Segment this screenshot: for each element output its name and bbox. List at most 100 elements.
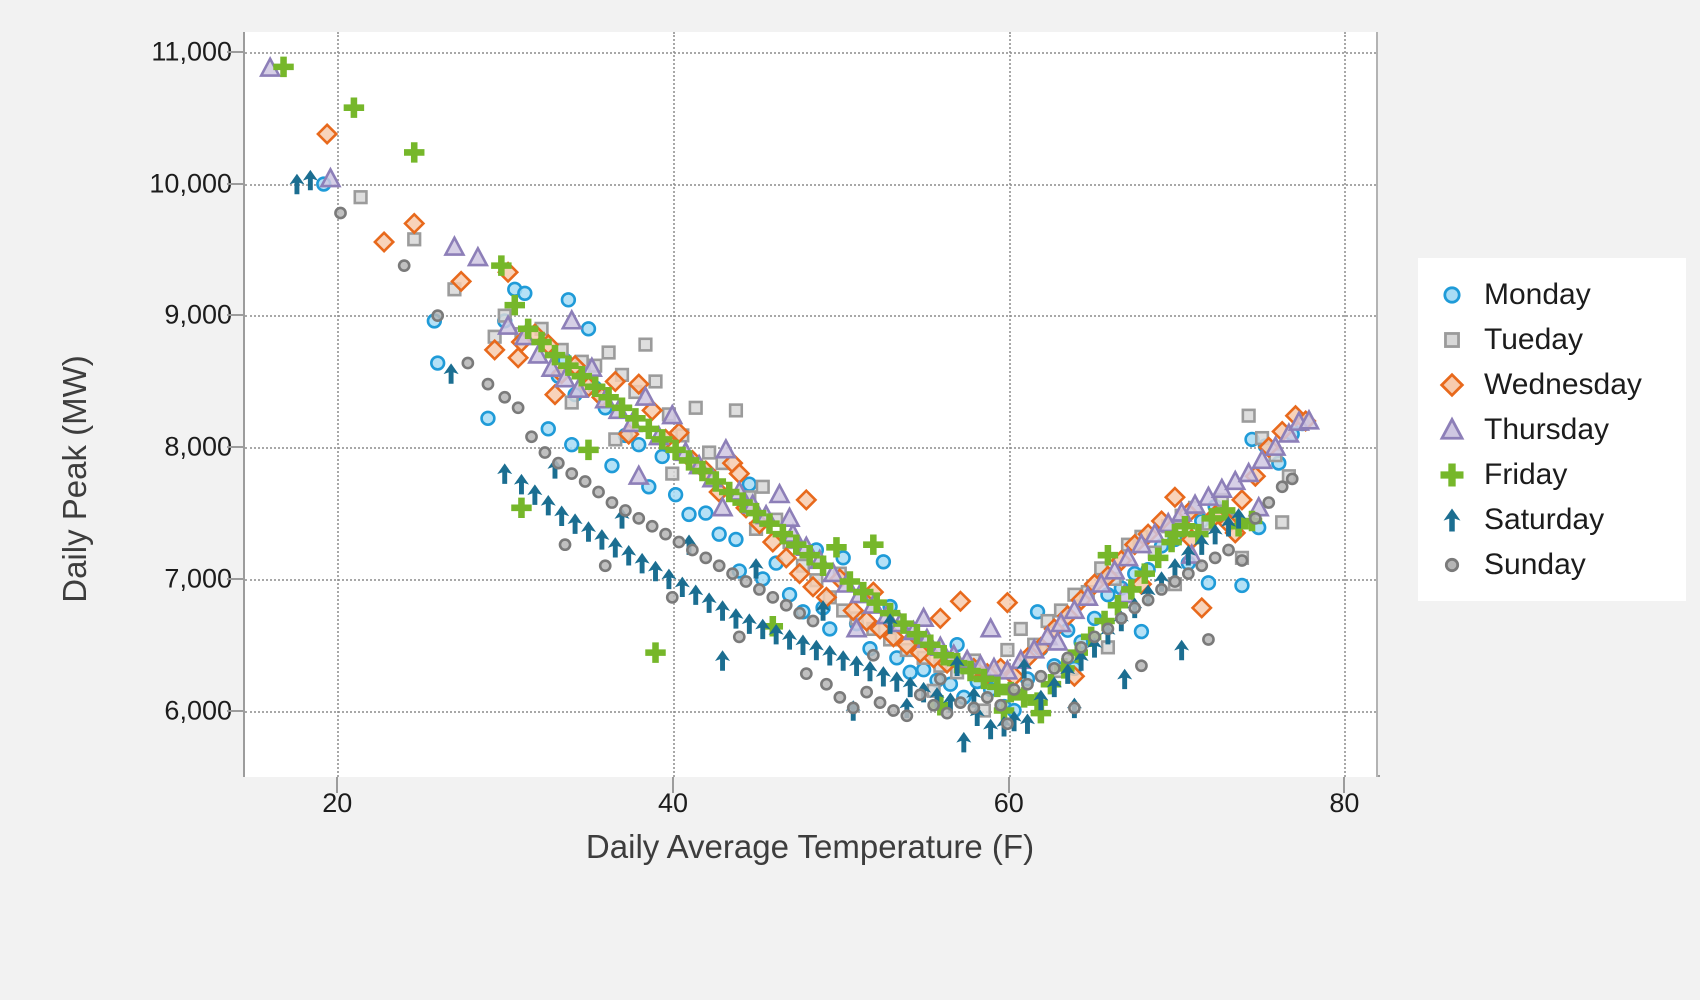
legend-item-tueday[interactable]: Tueday [1432, 317, 1660, 362]
data-point [430, 355, 446, 371]
data-point [714, 437, 737, 459]
data-point [1208, 551, 1222, 565]
legend[interactable]: Monday Tueday Wednesday Thursday Friday Satur… [1418, 258, 1686, 601]
data-point [1235, 554, 1249, 567]
data-point [1155, 583, 1168, 596]
data-point [1007, 683, 1021, 696]
data-point [1001, 717, 1014, 731]
data-point [517, 285, 533, 301]
data-point [1128, 601, 1142, 615]
data-point [513, 473, 529, 495]
data-point [956, 731, 972, 753]
data-point [1114, 612, 1128, 625]
data-point [1061, 651, 1075, 665]
data-point [621, 544, 637, 566]
data-point [540, 494, 556, 516]
data-point [598, 559, 612, 573]
data-point [732, 630, 746, 644]
data-point [860, 685, 874, 699]
data-point [564, 395, 579, 410]
data-point [1117, 668, 1133, 690]
data-point [996, 591, 1019, 614]
data-point [1000, 642, 1015, 658]
data-point [443, 363, 459, 384]
data-point [849, 655, 865, 677]
series-saturday [289, 169, 1247, 753]
data-point [1202, 633, 1215, 646]
data-point [862, 660, 878, 682]
data-point [647, 560, 664, 582]
y-tick-mark [227, 50, 243, 53]
data-point [645, 642, 666, 663]
data-point [900, 709, 914, 723]
y-tick-label: 9,000 [164, 299, 232, 330]
data-point [1088, 630, 1101, 644]
data-point [806, 614, 820, 628]
square-marker-icon [1432, 320, 1472, 360]
data-point [1222, 543, 1235, 557]
data-point [793, 606, 806, 620]
data-point [397, 259, 411, 273]
circle-small-marker-icon [1432, 545, 1472, 585]
y-tick-label: 11,000 [151, 36, 232, 67]
data-point [967, 701, 981, 715]
data-point [407, 232, 422, 247]
data-point [672, 535, 686, 549]
legend-item-sunday[interactable]: Sunday [1432, 542, 1660, 587]
legend-label: Monday [1484, 277, 1591, 311]
data-point [875, 554, 892, 570]
legend-item-wednesday[interactable]: Wednesday [1432, 362, 1660, 407]
data-point [638, 337, 653, 352]
data-point [1230, 488, 1253, 511]
data-point [728, 403, 744, 418]
data-point [927, 698, 941, 712]
data-point [979, 616, 1002, 638]
legend-item-thursday[interactable]: Thursday [1432, 407, 1660, 452]
data-point [994, 698, 1008, 712]
data-point [889, 671, 905, 692]
data-point [648, 374, 663, 389]
data-point [873, 696, 887, 710]
x-tick-mark [1343, 777, 1346, 793]
data-point [954, 696, 967, 710]
legend-label: Saturday [1484, 502, 1605, 536]
y-axis-title: Daily Peak (MW) [56, 355, 93, 603]
y-tick-label: 10,000 [149, 168, 232, 199]
series-wednesday [316, 123, 1317, 688]
data-point [403, 142, 425, 163]
data-point [715, 650, 731, 671]
legend-item-monday[interactable]: Monday [1432, 272, 1660, 317]
data-point [343, 97, 365, 118]
data-point [799, 667, 813, 681]
y-tick-label: 6,000 [164, 695, 232, 726]
data-point [739, 575, 753, 588]
data-point [627, 464, 650, 485]
data-point [795, 634, 811, 655]
data-point [1168, 575, 1182, 588]
data-point [594, 529, 610, 550]
data-point [1241, 408, 1256, 423]
legend-label: Sunday [1484, 547, 1586, 581]
chart-root: 6,000 7,000 8,000 9,000 10,000 11,000 20 40 60 8… [0, 0, 1700, 1000]
y-tick-mark [227, 182, 243, 185]
data-point [1195, 559, 1209, 573]
data-point [665, 590, 679, 604]
data-point [580, 321, 597, 337]
data-point [497, 463, 513, 484]
data-point [1190, 596, 1213, 619]
data-point [578, 439, 599, 461]
legend-label: Tueday [1484, 322, 1583, 356]
data-point [607, 537, 623, 558]
data-point [741, 613, 757, 634]
data-point [431, 309, 445, 323]
legend-item-friday[interactable]: Friday [1432, 452, 1660, 497]
legend-item-saturday[interactable]: Saturday [1432, 497, 1660, 542]
data-point [728, 531, 744, 548]
data-point [726, 567, 739, 581]
data-point [933, 672, 947, 686]
arrow-marker-icon [1432, 500, 1472, 540]
data-point [1262, 496, 1276, 509]
data-point [507, 346, 530, 369]
data-point [567, 513, 583, 534]
data-point [632, 511, 646, 525]
